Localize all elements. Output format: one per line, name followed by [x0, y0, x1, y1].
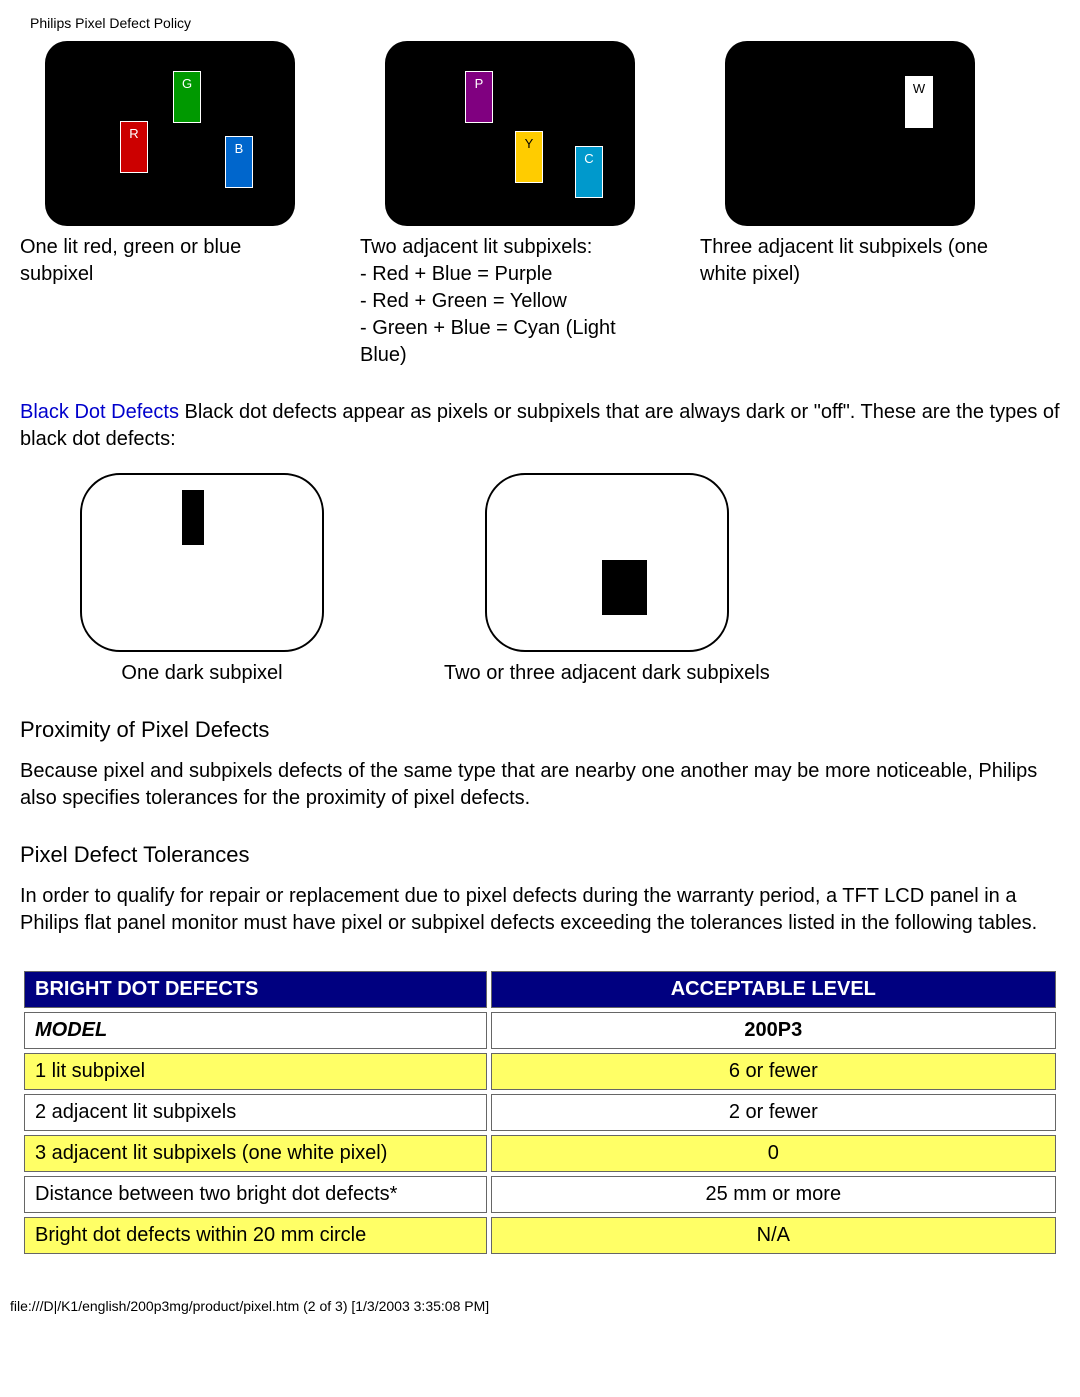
table-row: 1 lit subpixel6 or fewer — [24, 1053, 1056, 1090]
subpixel-chip: C — [575, 146, 603, 198]
page-footer: file:///D|/K1/english/200p3mg/product/pi… — [10, 1298, 1080, 1314]
table-cell-label: 3 adjacent lit subpixels (one white pixe… — [24, 1135, 487, 1172]
table-cell-value: N/A — [491, 1217, 1056, 1254]
black-dot-intro: Black Dot Defects Black dot defects appe… — [20, 399, 1060, 453]
subpixel-chip: P — [465, 71, 493, 123]
table-row: MODEL200P3 — [24, 1012, 1056, 1049]
dark-fig-2-caption: Two or three adjacent dark subpixels — [444, 660, 770, 687]
bright-fig-3: W — [725, 41, 975, 226]
table-cell-label: MODEL — [24, 1012, 487, 1049]
table-cell-value: 6 or fewer — [491, 1053, 1056, 1090]
tolerance-text: In order to qualify for repair or replac… — [20, 883, 1060, 937]
bright-fig-1-caption: One lit red, green or blue subpixel — [20, 234, 320, 288]
subpixel-chip: G — [173, 71, 201, 123]
table-cell-label: 1 lit subpixel — [24, 1053, 487, 1090]
table-header-2: ACCEPTABLE LEVEL — [491, 971, 1056, 1008]
table-cell-label: Distance between two bright dot defects* — [24, 1176, 487, 1213]
table-cell-value: 0 — [491, 1135, 1056, 1172]
table-row: 2 adjacent lit subpixels2 or fewer — [24, 1094, 1056, 1131]
dark-fig-2 — [485, 473, 729, 652]
table-row: Distance between two bright dot defects*… — [24, 1176, 1056, 1213]
table-cell-value: 200P3 — [491, 1012, 1056, 1049]
bright-fig-2-caption: Two adjacent lit subpixels:- Red + Blue … — [360, 234, 660, 369]
dark-dot-figures: One dark subpixel Two or three adjacent … — [80, 473, 1060, 687]
dark-fig-1 — [80, 473, 324, 652]
bright-fig-2: PYC — [385, 41, 635, 226]
table-cell-label: Bright dot defects within 20 mm circle — [24, 1217, 487, 1254]
table-header-1: BRIGHT DOT DEFECTS — [24, 971, 487, 1008]
page-header: Philips Pixel Defect Policy — [30, 15, 1060, 31]
bright-dot-figures: GRB One lit red, green or blue subpixel … — [20, 41, 1060, 369]
subpixel-chip: B — [225, 136, 253, 188]
subpixel-chip: Y — [515, 131, 543, 183]
proximity-text: Because pixel and subpixels defects of t… — [20, 758, 1060, 812]
table-cell-value: 25 mm or more — [491, 1176, 1056, 1213]
subpixel-chip: R — [120, 121, 148, 173]
bright-fig-1: GR B — [45, 41, 295, 226]
bright-fig-3-caption: Three adjacent lit subpixels (one white … — [700, 234, 1000, 288]
bright-dot-table: BRIGHT DOT DEFECTS ACCEPTABLE LEVEL MODE… — [20, 967, 1060, 1258]
dark-fig-1-caption: One dark subpixel — [80, 660, 324, 687]
tolerance-heading: Pixel Defect Tolerances — [20, 842, 1060, 868]
table-cell-label: 2 adjacent lit subpixels — [24, 1094, 487, 1131]
table-cell-value: 2 or fewer — [491, 1094, 1056, 1131]
table-row: Bright dot defects within 20 mm circleN/… — [24, 1217, 1056, 1254]
table-row: 3 adjacent lit subpixels (one white pixe… — [24, 1135, 1056, 1172]
proximity-heading: Proximity of Pixel Defects — [20, 717, 1060, 743]
subpixel-chip: W — [905, 76, 933, 128]
black-dot-label: Black Dot Defects — [20, 401, 179, 423]
